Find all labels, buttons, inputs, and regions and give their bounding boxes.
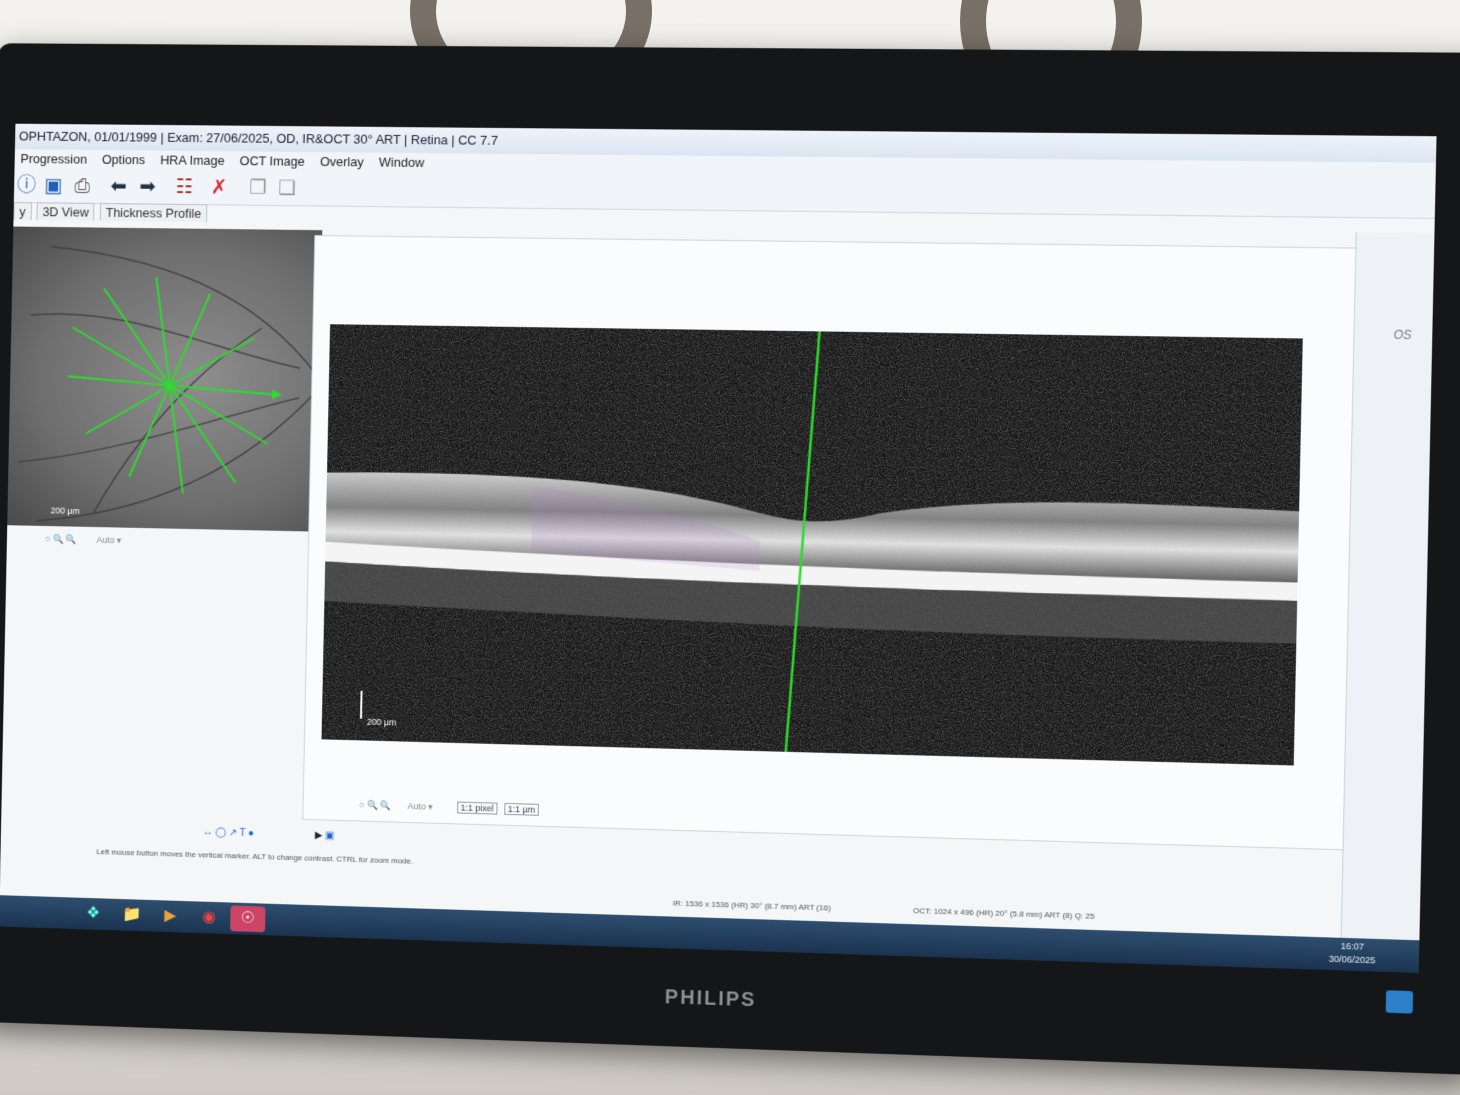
tab-partial[interactable]: y <box>13 202 31 220</box>
save-icon[interactable]: ▣ <box>41 173 66 199</box>
energy-star-icon <box>1386 990 1413 1013</box>
zoom-in-icon[interactable]: 🔍 <box>66 534 77 544</box>
oct-zoom-reset-icon[interactable]: ○ <box>359 800 365 810</box>
clock-date: 30/06/2025 <box>1329 953 1376 968</box>
folder-icon[interactable]: 📁 <box>114 902 149 929</box>
drawing-tools: ↔ ◯ ↗ T ● ▶ ▣ <box>203 827 335 842</box>
screen: OPHTAZON, 01/01/1999 | Exam: 27/06/2025,… <box>0 124 1437 973</box>
copy-icon[interactable]: ❐ <box>245 175 271 201</box>
oct-zoom-out-icon[interactable]: 🔍 <box>367 800 378 810</box>
system-clock[interactable]: 16:07 30/06/2025 <box>1329 939 1376 967</box>
media-icon[interactable]: ▶ <box>153 903 188 930</box>
fundus-scale-label: 200 µm <box>51 506 80 516</box>
zoom-out-icon[interactable]: 🔍 <box>53 534 64 544</box>
menu-hra-image[interactable]: HRA Image <box>154 151 230 170</box>
side-panel <box>1340 232 1434 947</box>
print-icon[interactable]: ⎙ <box>69 173 94 199</box>
fundus-image[interactable]: 200 µm <box>7 227 322 532</box>
report-icon[interactable]: ☷ <box>172 174 198 200</box>
start-button[interactable]: ❖ <box>76 901 111 928</box>
fundus-zoom-controls: ○ 🔍 🔍 Auto ▾ <box>45 534 121 546</box>
delete-icon[interactable]: ✗ <box>206 175 232 201</box>
radial-scan-overlay <box>7 227 322 532</box>
oct-bscan-image[interactable]: 200 µm <box>322 324 1303 765</box>
heidelberg-app-icon[interactable]: ☉ <box>230 905 265 932</box>
fundus-zoom-select[interactable]: Auto <box>96 535 114 545</box>
tab-3d-view[interactable]: 3D View <box>37 202 95 220</box>
menu-oct-image[interactable]: OCT Image <box>234 151 311 171</box>
oct-pixel-button[interactable]: 1:1 pixel <box>457 802 498 815</box>
color-icon[interactable]: ● <box>248 828 254 839</box>
paste-icon[interactable]: ❑ <box>274 175 300 201</box>
eye-os-label[interactable]: OS <box>1393 328 1411 343</box>
oct-zoom-select[interactable]: Auto <box>407 801 425 811</box>
measure-icon[interactable]: ↔ <box>203 827 213 838</box>
browser-icon[interactable]: ◉ <box>191 904 226 931</box>
oct-scale-label: 200 µm <box>367 717 397 728</box>
oct-zoom-in-icon[interactable]: 🔍 <box>380 800 391 810</box>
tab-thickness-profile[interactable]: Thickness Profile <box>100 203 207 222</box>
oct-bscan-svg <box>322 324 1303 765</box>
oct-um-button[interactable]: 1:1 µm <box>504 803 539 816</box>
menu-window[interactable]: Window <box>373 153 430 172</box>
chevron-down-icon[interactable]: ▾ <box>117 535 122 545</box>
ir-info: IR: 1536 x 1536 (HR) 30° (8.7 mm) ART (1… <box>673 899 831 913</box>
zoom-reset-icon[interactable]: ○ <box>45 534 50 544</box>
monitor-brand: PHILIPS <box>0 963 1460 1037</box>
text-tool-icon[interactable]: T <box>239 828 245 839</box>
lasso-icon[interactable]: ◯ <box>215 827 226 838</box>
info-icon[interactable]: ⓘ <box>14 173 39 199</box>
back-arrow-icon[interactable]: ⬅ <box>106 174 132 200</box>
monitor: OPHTAZON, 01/01/1999 | Exam: 27/06/2025,… <box>0 43 1460 1075</box>
play-icon[interactable]: ▶ <box>315 830 323 841</box>
arrow-tool-icon[interactable]: ↗ <box>229 828 237 839</box>
save-small-icon[interactable]: ▣ <box>325 830 334 841</box>
menu-progression[interactable]: Progression <box>15 149 93 168</box>
menu-overlay[interactable]: Overlay <box>314 152 370 171</box>
oct-info: OCT: 1024 x 496 (HR) 20° (5.8 mm) ART (8… <box>913 906 1095 921</box>
forward-arrow-icon[interactable]: ➡ <box>135 174 161 200</box>
menu-options[interactable]: Options <box>96 150 151 169</box>
view-tabs: y 3D View Thickness Profile <box>13 202 209 224</box>
oct-chevron-down-icon[interactable]: ▾ <box>428 802 433 812</box>
